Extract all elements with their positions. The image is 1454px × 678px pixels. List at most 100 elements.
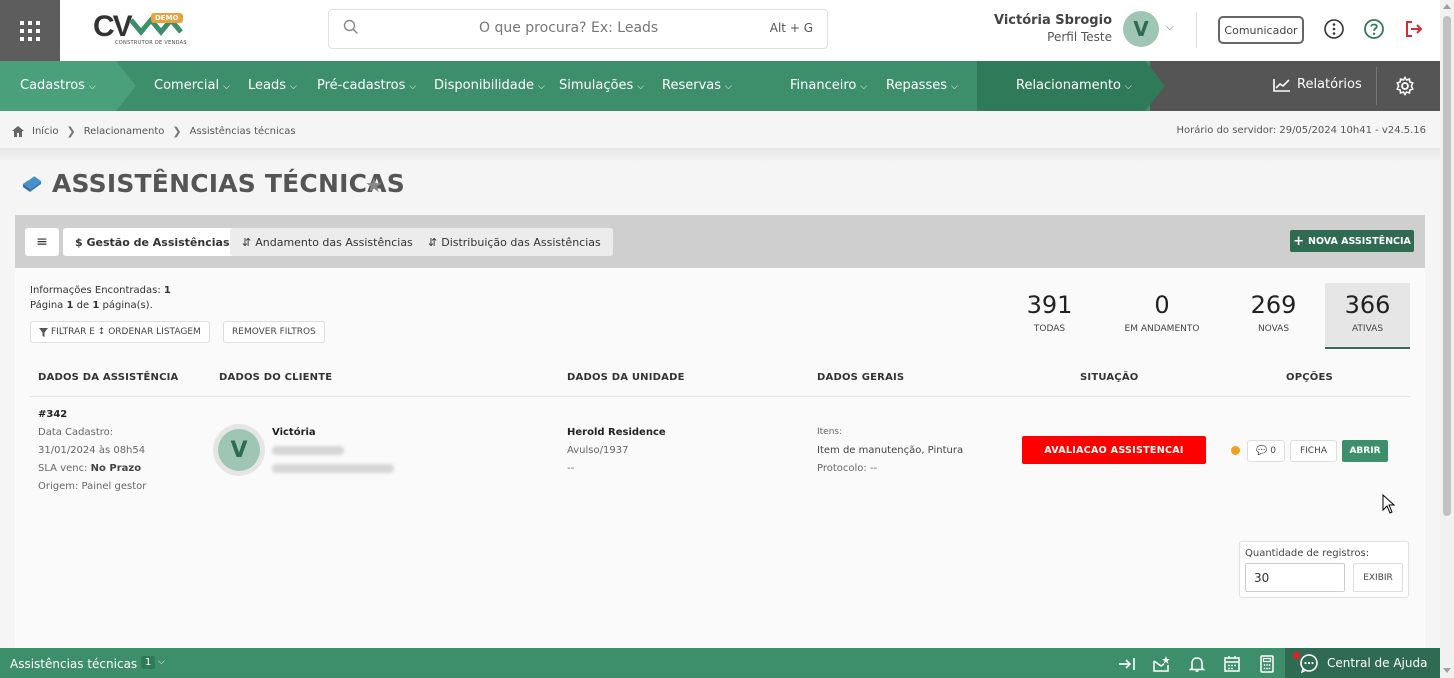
nav-item-financeiro[interactable]: Financeiro ⌵ <box>790 78 867 93</box>
records-input[interactable] <box>1245 563 1345 592</box>
chevron-down-icon: ⌵ <box>290 82 297 92</box>
calendar-icon[interactable] <box>1223 655 1241 673</box>
remove-filters-label: REMOVER FILTROS <box>232 327 316 337</box>
nav-item-reservas[interactable]: Reservas ⌵ <box>662 78 732 93</box>
scroll-up-icon[interactable] <box>1443 4 1451 9</box>
plus-icon: + <box>1293 233 1304 249</box>
user-name[interactable]: Victória Sbrogio <box>990 13 1112 28</box>
search-input[interactable] <box>479 20 739 36</box>
expand-right-icon[interactable] <box>1118 655 1136 673</box>
stat-value: 269 <box>1250 291 1297 319</box>
unit-extra: -- <box>567 463 575 474</box>
new-assistance-button[interactable]: + NOVA ASSISTÊNCIA <box>1290 230 1414 252</box>
communicator-button[interactable]: Comunicador <box>1218 16 1304 44</box>
hamburger-icon: ≡ <box>36 234 48 250</box>
breadcrumb-item-relacionamento[interactable]: Relacionamento <box>84 126 165 137</box>
nav-item-repasses[interactable]: Repasses ⌵ <box>886 78 958 93</box>
star-icon[interactable]: ★ <box>365 173 383 197</box>
tab-andamento[interactable]: ⇵ Andamento das Assistências <box>230 228 425 256</box>
nav-item-pre-cadastros[interactable]: Pré-cadastros ⌵ <box>317 78 416 93</box>
chevron-down-icon: ⌵ <box>409 82 417 92</box>
filter-sort-button[interactable]: FILTRAR E ↕ ORDENAR LISTAGEM <box>30 321 210 343</box>
tab-gestao[interactable]: $ Gestão de Assistências <box>63 228 242 256</box>
apps-menu-button[interactable] <box>0 0 60 61</box>
search-icon <box>343 19 358 34</box>
tab-label: $ Gestão de Assistências <box>75 235 230 249</box>
items-value: Item de manutenção, Pintura <box>817 445 964 456</box>
gear-icon[interactable] <box>1395 76 1415 96</box>
stat-in-progress[interactable]: 0 EM ANDAMENTO <box>1112 283 1212 349</box>
nav-item-label: Pré-cadastros <box>317 78 406 93</box>
nav-item-relacionamento[interactable]: Relacionamento ⌵ <box>1016 78 1132 93</box>
mail-star-icon[interactable] <box>1152 655 1170 673</box>
nav-item-reports[interactable]: Relatórios <box>1273 77 1362 92</box>
nav-item-leads[interactable]: Leads ⌵ <box>248 78 297 93</box>
comments-button[interactable]: 💬 0 <box>1247 440 1285 462</box>
chart-line-icon <box>1273 78 1290 92</box>
chevron-down-icon[interactable]: ⌵ <box>1166 22 1174 33</box>
chevron-right-icon: ❯ <box>172 125 182 138</box>
status-badge[interactable]: AVALIACAO ASSISTENCAI <box>1022 436 1206 464</box>
unit-sub: Avulso/1937 <box>567 445 629 456</box>
mouse-cursor-icon <box>1382 494 1396 514</box>
stat-all[interactable]: 391 TODAS <box>1007 283 1092 349</box>
hamburger-menu-button[interactable]: ≡ <box>25 228 59 256</box>
chevron-down-icon[interactable]: ⌵ <box>158 657 165 667</box>
filter-icon <box>39 327 48 337</box>
client-email-redacted <box>272 464 394 473</box>
records-per-page: Quantidade de registros: EXIBIR <box>1239 541 1409 598</box>
help-center-button[interactable]: Central de Ajuda <box>1285 648 1440 678</box>
show-button[interactable]: EXIBIR <box>1353 563 1403 592</box>
footer-title[interactable]: Assistências técnicas <box>10 657 137 671</box>
column-header: SITUAÇÃO <box>1080 372 1139 383</box>
page-current: 1 <box>66 300 74 311</box>
stat-label: ATIVAS <box>1351 324 1384 334</box>
help-icon[interactable] <box>1363 18 1385 40</box>
new-button-label: NOVA ASSISTÊNCIA <box>1308 235 1411 247</box>
tab-distribuicao[interactable]: ⇵ Distribuição das Assistências <box>416 228 613 256</box>
tabs-bar: ≡ $ Gestão de Assistências ⇵ Andamento d… <box>15 215 1425 268</box>
divider <box>1196 12 1197 48</box>
stat-new[interactable]: 269 NOVAS <box>1231 283 1316 349</box>
more-options-icon[interactable] <box>1323 18 1345 40</box>
bell-icon[interactable] <box>1188 655 1206 673</box>
apps-grid-icon <box>20 20 40 41</box>
open-button[interactable]: ABRIR <box>1342 440 1388 462</box>
scrollbar[interactable] <box>1440 0 1454 678</box>
sheet-button[interactable]: FICHA <box>1290 440 1337 462</box>
nav-item-cadastros[interactable]: Cadastros ⌵ <box>20 78 96 93</box>
user-avatar[interactable]: V <box>1123 11 1159 47</box>
scroll-down-icon[interactable] <box>1443 668 1451 673</box>
toolbox-icon <box>23 174 41 192</box>
home-icon[interactable] <box>12 126 24 137</box>
search-box[interactable]: Alt + G <box>328 9 828 49</box>
client-name[interactable]: Victória <box>272 427 316 438</box>
nav-item-label: Cadastros <box>20 78 85 93</box>
assistance-id[interactable]: #342 <box>38 409 67 420</box>
reports-label: Relatórios <box>1297 77 1362 92</box>
column-header: OPÇÕES <box>1286 372 1333 383</box>
client-initial: V <box>218 429 260 471</box>
stat-value: 391 <box>1026 291 1073 319</box>
status-dot <box>1231 446 1240 455</box>
breadcrumb-item-inicio[interactable]: Início <box>32 126 58 137</box>
comments-count: 0 <box>1270 446 1276 456</box>
calculator-icon[interactable] <box>1258 655 1276 673</box>
scrollbar-thumb[interactable] <box>1443 16 1451 516</box>
unit-name: Herold Residence <box>567 427 666 438</box>
chevron-down-icon: ⌵ <box>725 82 732 92</box>
nav-item-disponibilidade[interactable]: Disponibilidade ⌵ <box>434 78 545 93</box>
sla-label: SLA venc: <box>38 463 88 474</box>
client-phone-redacted <box>272 446 344 455</box>
remove-filters-button[interactable]: REMOVER FILTROS <box>223 321 325 343</box>
logout-icon[interactable] <box>1403 18 1425 40</box>
page-info: Página 1 de 1 página(s). <box>30 300 153 311</box>
divider <box>0 148 1440 162</box>
stat-label: TODAS <box>1033 324 1066 334</box>
logo[interactable]: CV DEMO CONSTRUTOR DE VENDAS <box>93 10 193 50</box>
nav-item-simulacoes[interactable]: Simulações ⌵ <box>559 78 644 93</box>
nav-item-comercial[interactable]: Comercial ⌵ <box>154 78 230 93</box>
sort-icon: ⇵ <box>242 235 252 249</box>
page-suffix: página(s). <box>102 300 153 311</box>
stat-active[interactable]: 366 ATIVAS <box>1325 283 1410 349</box>
